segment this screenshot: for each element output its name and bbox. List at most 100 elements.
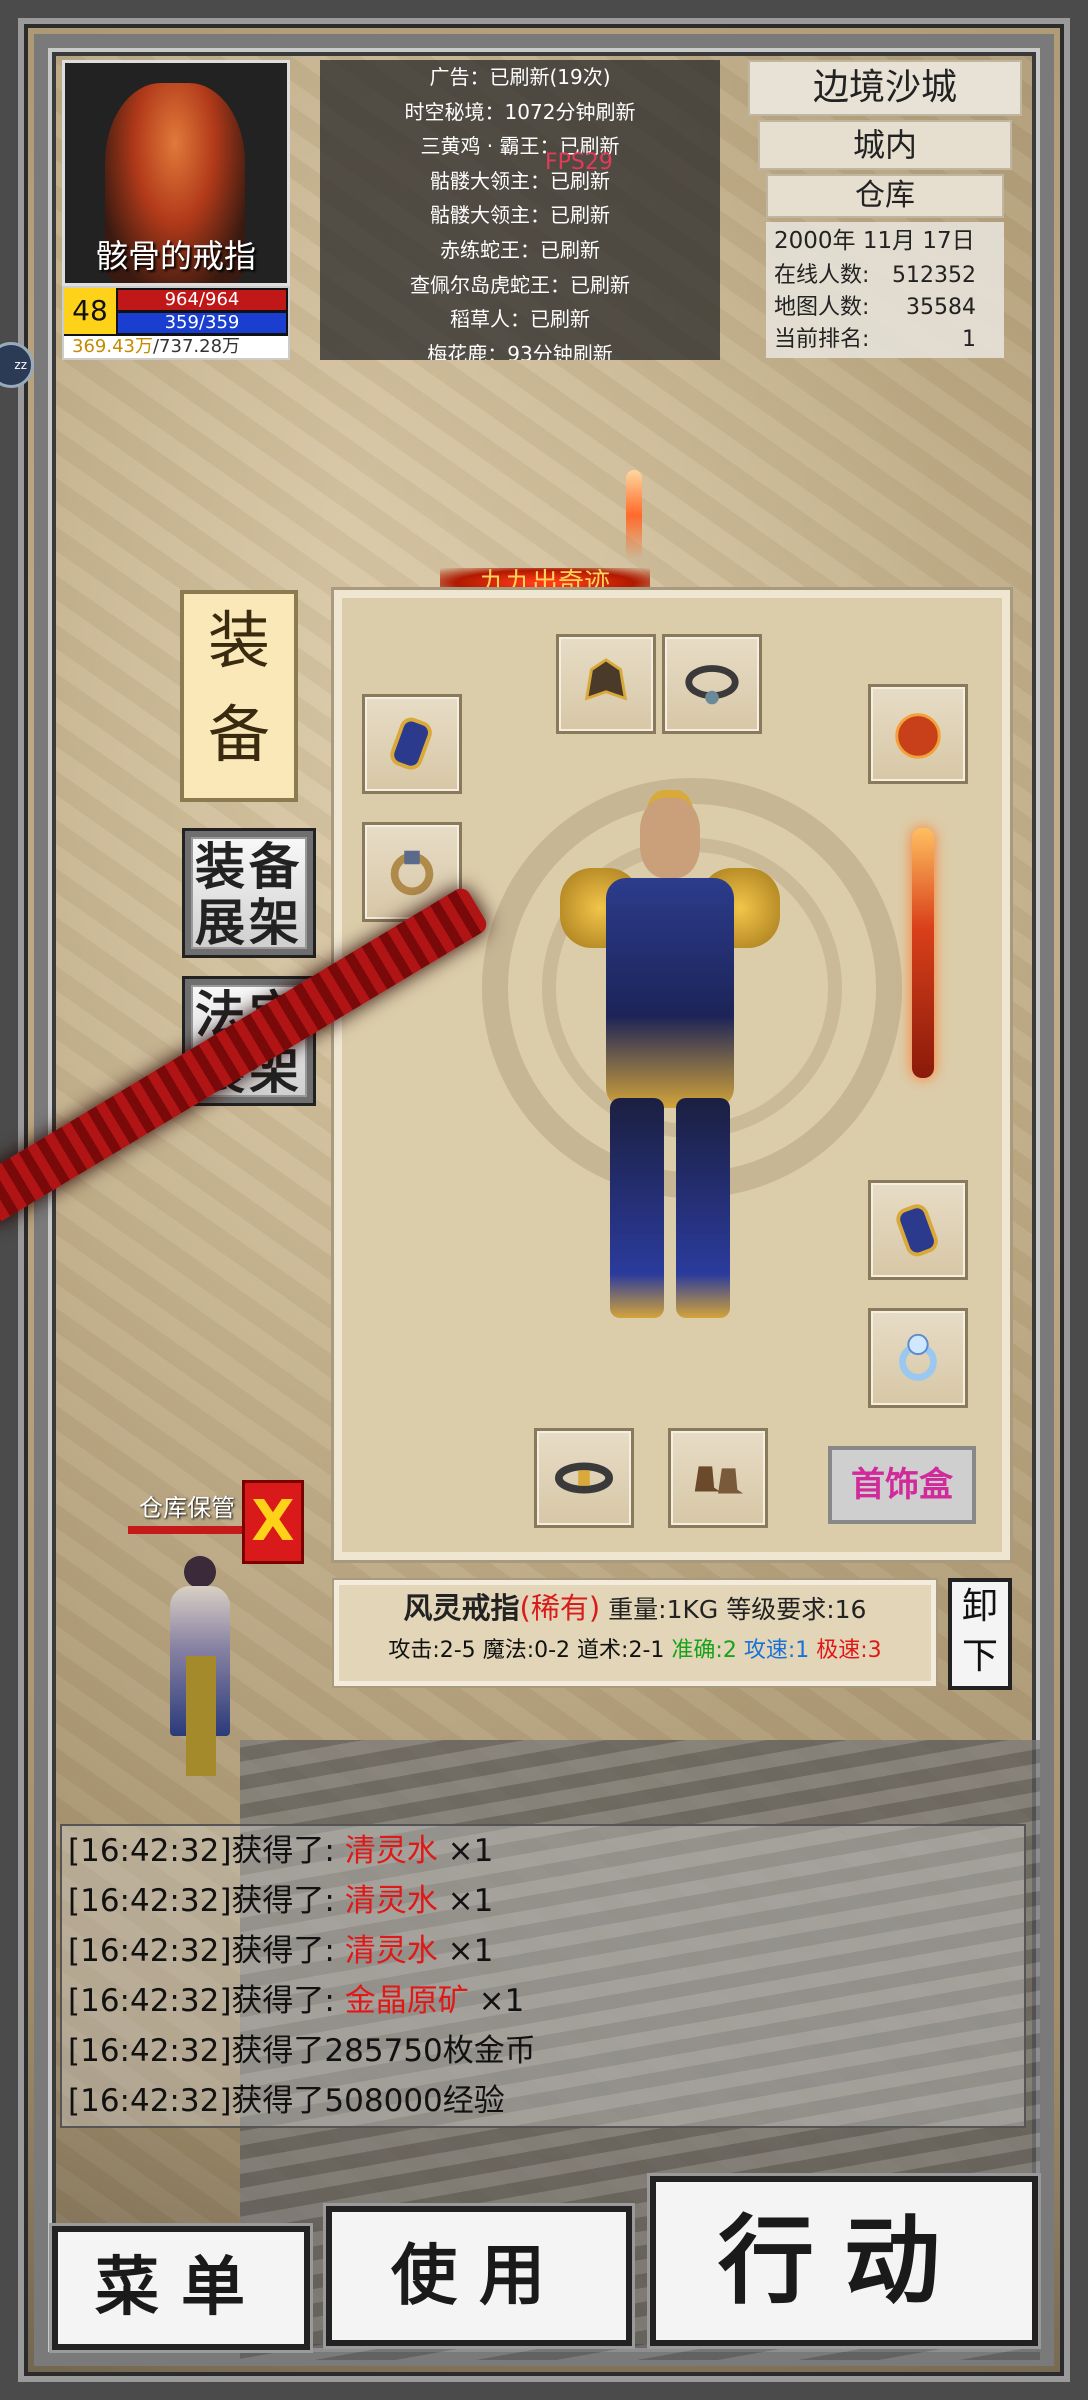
item-agility: 极速:3 [816, 1638, 882, 1663]
announcement-line: 查佩尔岛虎蛇王：已刷新 [410, 272, 630, 297]
slot-boots[interactable] [668, 1428, 768, 1528]
equipment-display-label: 装备展架 [191, 837, 307, 951]
item-rarity: (稀有) [519, 1591, 601, 1625]
chat-qty: ×1 [447, 1833, 494, 1869]
chat-text: 获得了: [231, 1983, 335, 2019]
npc-name: 仓库保管 [139, 1494, 235, 1522]
mp-bar: 359/359 [118, 313, 286, 333]
chat-item: 金晶原矿 [344, 1983, 469, 2019]
action-button[interactable]: 行动 [650, 2176, 1038, 2346]
map-count-row: 地图人数: 35584 [766, 292, 1004, 324]
item-tooltip: 风灵戒指(稀有) 重量:1KG 等级要求:16 攻击:2-5 魔法:0-2 道术… [334, 1580, 936, 1686]
chat-item: 清灵水 [344, 1883, 438, 1919]
chat-text: 获得了285750枚金币 [231, 2033, 536, 2069]
announcement-line: 稻草人：已刷新 [450, 307, 590, 332]
necklace-icon [685, 665, 739, 705]
weapon-slot-sword[interactable] [912, 828, 934, 1078]
server-info: 2000年 11月 17日 在线人数: 512352 地图人数: 35584 当前排… [766, 222, 1004, 358]
chat-item: 清灵水 [344, 1833, 438, 1869]
chat-time: [16:42:32] [68, 1833, 232, 1869]
area-title[interactable]: 城内 [758, 120, 1012, 170]
announcement-line: 三黄鸡 · 霸王：已刷新 [420, 134, 620, 159]
player-level: 48 [64, 288, 116, 334]
announcement-line: 骷髅大领主：已刷新 [430, 168, 610, 193]
chat-item: 清灵水 [344, 1933, 438, 1969]
jewelry-box-button[interactable]: 首饰盒 [828, 1446, 976, 1524]
npc-skirt [186, 1656, 216, 1776]
warehouse-keeper-npc[interactable] [164, 1556, 236, 1786]
slot-helmet[interactable] [556, 634, 656, 734]
chat-line: [16:42:32]获得了: 清灵水 ×1 [62, 1876, 1024, 1926]
ring-icon [390, 850, 434, 896]
chat-text: 获得了: [231, 1933, 335, 1969]
unequip-button[interactable]: 卸下 [948, 1578, 1012, 1690]
slot-bracelet-right[interactable] [868, 1180, 968, 1280]
rank-label: 当前排名: [774, 327, 870, 352]
use-button[interactable]: 使用 [326, 2206, 632, 2346]
hero-torso [606, 878, 734, 1108]
slot-orb[interactable] [868, 684, 968, 784]
region-title[interactable]: 边境沙城 [748, 60, 1022, 116]
slot-necklace[interactable] [662, 634, 762, 734]
rank-value: 1 [962, 327, 976, 352]
chat-line: [16:42:32]获得了285750枚金币 [62, 2026, 1024, 2076]
equipment-display-button[interactable]: 装备展架 [182, 828, 316, 958]
chat-text: 获得了: [231, 1883, 335, 1919]
npc-head [184, 1556, 216, 1588]
chat-line: [16:42:32]获得了: 清灵水 ×1 [62, 1826, 1024, 1876]
item-attack: 攻击:2-5 [388, 1638, 476, 1663]
item-requirement: 等级要求:16 [726, 1595, 867, 1624]
item-stats: 攻击:2-5 魔法:0-2 道术:2-1 准确:2 攻速:1 极速:3 [339, 1631, 931, 1671]
chat-time: [16:42:32] [68, 2083, 232, 2119]
chat-time: [16:42:32] [68, 1983, 232, 2019]
item-weight: 重量:1KG [608, 1595, 719, 1624]
chat-time: [16:42:32] [68, 1933, 232, 1969]
equipment-panel: 首饰盒 [334, 590, 1010, 1560]
fps-counter: FPS29 [545, 150, 613, 175]
place-title[interactable]: 仓库 [766, 174, 1004, 218]
orb-icon [895, 713, 941, 759]
belt-icon [555, 1462, 613, 1494]
map-value: 35584 [906, 295, 976, 320]
map-label: 地图人数: [774, 295, 870, 320]
menu-button[interactable]: 菜单 [52, 2226, 310, 2350]
boss-announcement-panel[interactable]: 广告：已刷新(19次) 时空秘境：1072分钟刷新 三黄鸡 · 霸王：已刷新 骷… [320, 60, 720, 360]
chat-time: [16:42:32] [68, 2033, 232, 2069]
chat-time: [16:42:32] [68, 1883, 232, 1919]
slot-ring-right[interactable] [868, 1308, 968, 1408]
online-label: 在线人数: [774, 263, 870, 288]
ring-icon [899, 1333, 937, 1381]
item-magic: 魔法:0-2 [482, 1638, 571, 1663]
chat-line: [16:42:32]获得了: 清灵水 ×1 [62, 1926, 1024, 1976]
announcement-line: 骷髅大领主：已刷新 [430, 203, 610, 228]
player-stats: 48 964/964 359/359 369.43万/737.28万 [62, 286, 290, 360]
rank-row: 当前排名: 1 [766, 324, 1004, 356]
online-value: 512352 [892, 263, 976, 288]
chat-text: 获得了508000经验 [231, 2083, 505, 2119]
announcement-line: 赤练蛇王：已刷新 [440, 237, 600, 262]
chat-qty: ×1 [447, 1883, 494, 1919]
chat-text: 获得了: [231, 1833, 335, 1869]
slot-bracelet-left[interactable] [362, 694, 462, 794]
sparkle-effect [626, 470, 642, 560]
hero-leg-right [676, 1098, 730, 1318]
item-accuracy: 准确:2 [671, 1638, 737, 1663]
item-name: 风灵戒指 [403, 1591, 520, 1625]
player-name: 骸骨的戒指 [95, 237, 256, 275]
chat-log[interactable]: [16:42:32]获得了: 清灵水 ×1 [16:42:32]获得了: 清灵水… [60, 1824, 1026, 2128]
item-taoism: 道术:2-1 [577, 1638, 665, 1663]
tab-equipment[interactable]: 装 备 [180, 590, 298, 802]
boots-icon [694, 1466, 744, 1494]
announcement-line: 广告：已刷新(19次) [429, 65, 611, 89]
tab-equipment-char-1: 装 [207, 604, 270, 677]
bracelet-icon [390, 717, 432, 770]
player-portrait[interactable]: 骸骨的戒指 [62, 60, 290, 286]
close-button[interactable]: X [242, 1480, 304, 1564]
hero-leg-left [610, 1098, 664, 1318]
helmet-icon [584, 658, 628, 701]
exp-bar: 369.43万/737.28万 [64, 336, 288, 358]
hp-bar: 964/964 [118, 290, 286, 310]
chat-qty: ×1 [478, 1983, 525, 2019]
chat-qty: ×1 [447, 1933, 494, 1969]
slot-belt[interactable] [534, 1428, 634, 1528]
